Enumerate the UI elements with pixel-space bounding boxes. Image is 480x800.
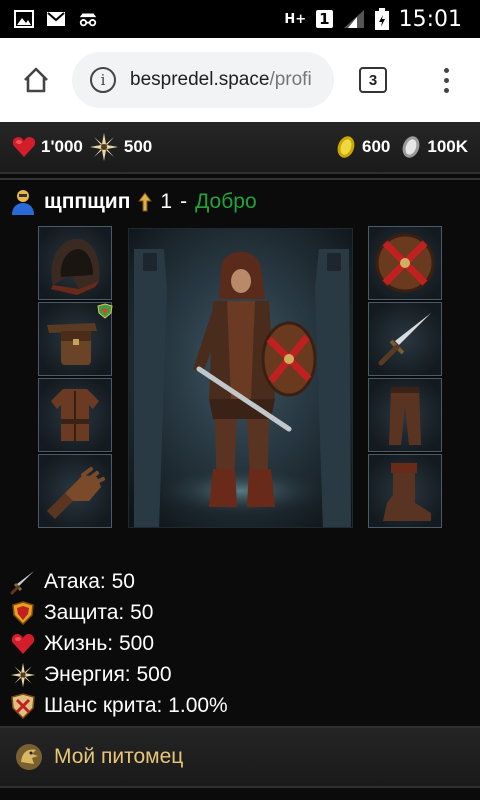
resources-bar: 1'000 500 600 100K [0, 122, 480, 174]
heart-icon [10, 631, 36, 657]
home-button[interactable] [0, 38, 72, 122]
pants-icon [389, 387, 421, 445]
stat-defense-label: Защита: 50 [44, 600, 154, 624]
hood-icon [51, 238, 100, 295]
hero-name[interactable]: щппщип [44, 190, 130, 214]
level-separator: - [180, 190, 188, 213]
energy-icon [10, 662, 36, 688]
leather-armor-icon [51, 389, 99, 441]
glove-icon [47, 467, 105, 519]
my-pet-label: Мой питомец [54, 745, 184, 768]
stat-defense: Защита: 50 [10, 597, 228, 628]
round-shield-icon [375, 233, 435, 293]
silver-value: 100K [427, 137, 468, 156]
silver-coin-icon [402, 136, 420, 158]
gold-resource[interactable]: 600 [335, 135, 390, 159]
url-domain: bespredel.space [130, 69, 270, 90]
tab-switcher-button[interactable]: 3 [334, 67, 412, 93]
hero-stats: Атака: 50 Защита: 50 Жизнь: 500 Энергия:… [10, 566, 228, 721]
hero-illustration [129, 229, 352, 527]
stat-energy: Энергия: 500 [10, 659, 228, 690]
boot-icon [383, 463, 431, 521]
stat-health: Жизнь: 500 [10, 628, 228, 659]
stat-attack-label: Атака: 50 [44, 569, 135, 593]
hero-level: 1 [160, 190, 173, 213]
status-bar: H+ 1 15:01 [0, 0, 480, 38]
energy-icon [89, 133, 118, 161]
equip-slot-shield[interactable] [368, 226, 442, 300]
shield-icon [10, 600, 36, 626]
health-resource[interactable]: 1'000 [12, 136, 83, 158]
browser-toolbar: i bespredel.space/profi 3 [0, 38, 480, 122]
gallery-notification-icon [14, 10, 34, 28]
equip-slot-boots[interactable] [368, 454, 442, 528]
incognito-notification-icon [79, 13, 97, 27]
equip-slot-armor[interactable] [38, 378, 112, 452]
bonus-shield-icon [97, 303, 113, 319]
equip-slot-gloves[interactable] [38, 454, 112, 528]
sword-icon [10, 569, 36, 595]
heart-icon [12, 137, 36, 157]
equip-slot-belt[interactable] [38, 302, 113, 376]
energy-value: 500 [123, 137, 153, 156]
stat-crit: Шанс крита: 1.00% [10, 690, 228, 721]
dagger-icon [378, 313, 431, 366]
stat-attack: Атака: 50 [10, 566, 228, 597]
sim-indicator: 1 [316, 10, 333, 28]
hero-alignment: Добро [195, 190, 257, 213]
signal-icon [343, 10, 364, 28]
tab-count: 3 [359, 67, 387, 93]
network-type: H+ [284, 11, 307, 27]
hero-header: щппщип 1 - Добро [10, 186, 257, 218]
url-text: bespredel.space/profi [130, 69, 312, 91]
hero-avatar-icon [12, 190, 34, 215]
crit-shield-icon [10, 692, 36, 719]
gold-coin-icon [337, 136, 355, 158]
energy-resource[interactable]: 500 [89, 132, 152, 162]
battery-icon [374, 8, 389, 30]
overflow-menu-icon[interactable] [412, 67, 480, 93]
level-up-arrow-icon [138, 192, 153, 212]
equip-slot-weapon[interactable] [368, 302, 442, 376]
stat-crit-label: Шанс крита: 1.00% [44, 693, 228, 717]
gold-value: 600 [361, 137, 391, 156]
mail-notification-icon [47, 12, 65, 26]
my-pet-link[interactable]: Мой питомец [0, 726, 480, 788]
stat-energy-label: Энергия: 500 [44, 662, 172, 686]
stat-health-label: Жизнь: 500 [44, 631, 154, 655]
silver-resource[interactable]: 100K [400, 135, 468, 159]
equip-slot-helmet[interactable] [38, 226, 112, 300]
hero-portrait [128, 228, 353, 528]
info-icon[interactable]: i [90, 67, 116, 93]
pet-dragon-icon [16, 744, 42, 770]
equip-slot-pants[interactable] [368, 378, 442, 452]
address-bar[interactable]: i bespredel.space/profi [72, 52, 334, 108]
divider [0, 178, 480, 180]
health-value: 1'000 [41, 137, 83, 156]
home-icon [24, 67, 48, 93]
url-path: /profi [269, 69, 312, 90]
clock: 15:01 [398, 6, 462, 32]
